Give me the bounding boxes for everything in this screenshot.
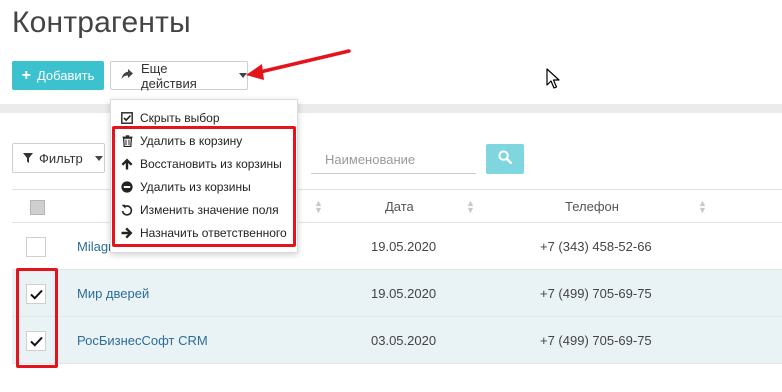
annotation-arrow (246, 49, 351, 80)
mouse-cursor-icon (546, 68, 560, 89)
